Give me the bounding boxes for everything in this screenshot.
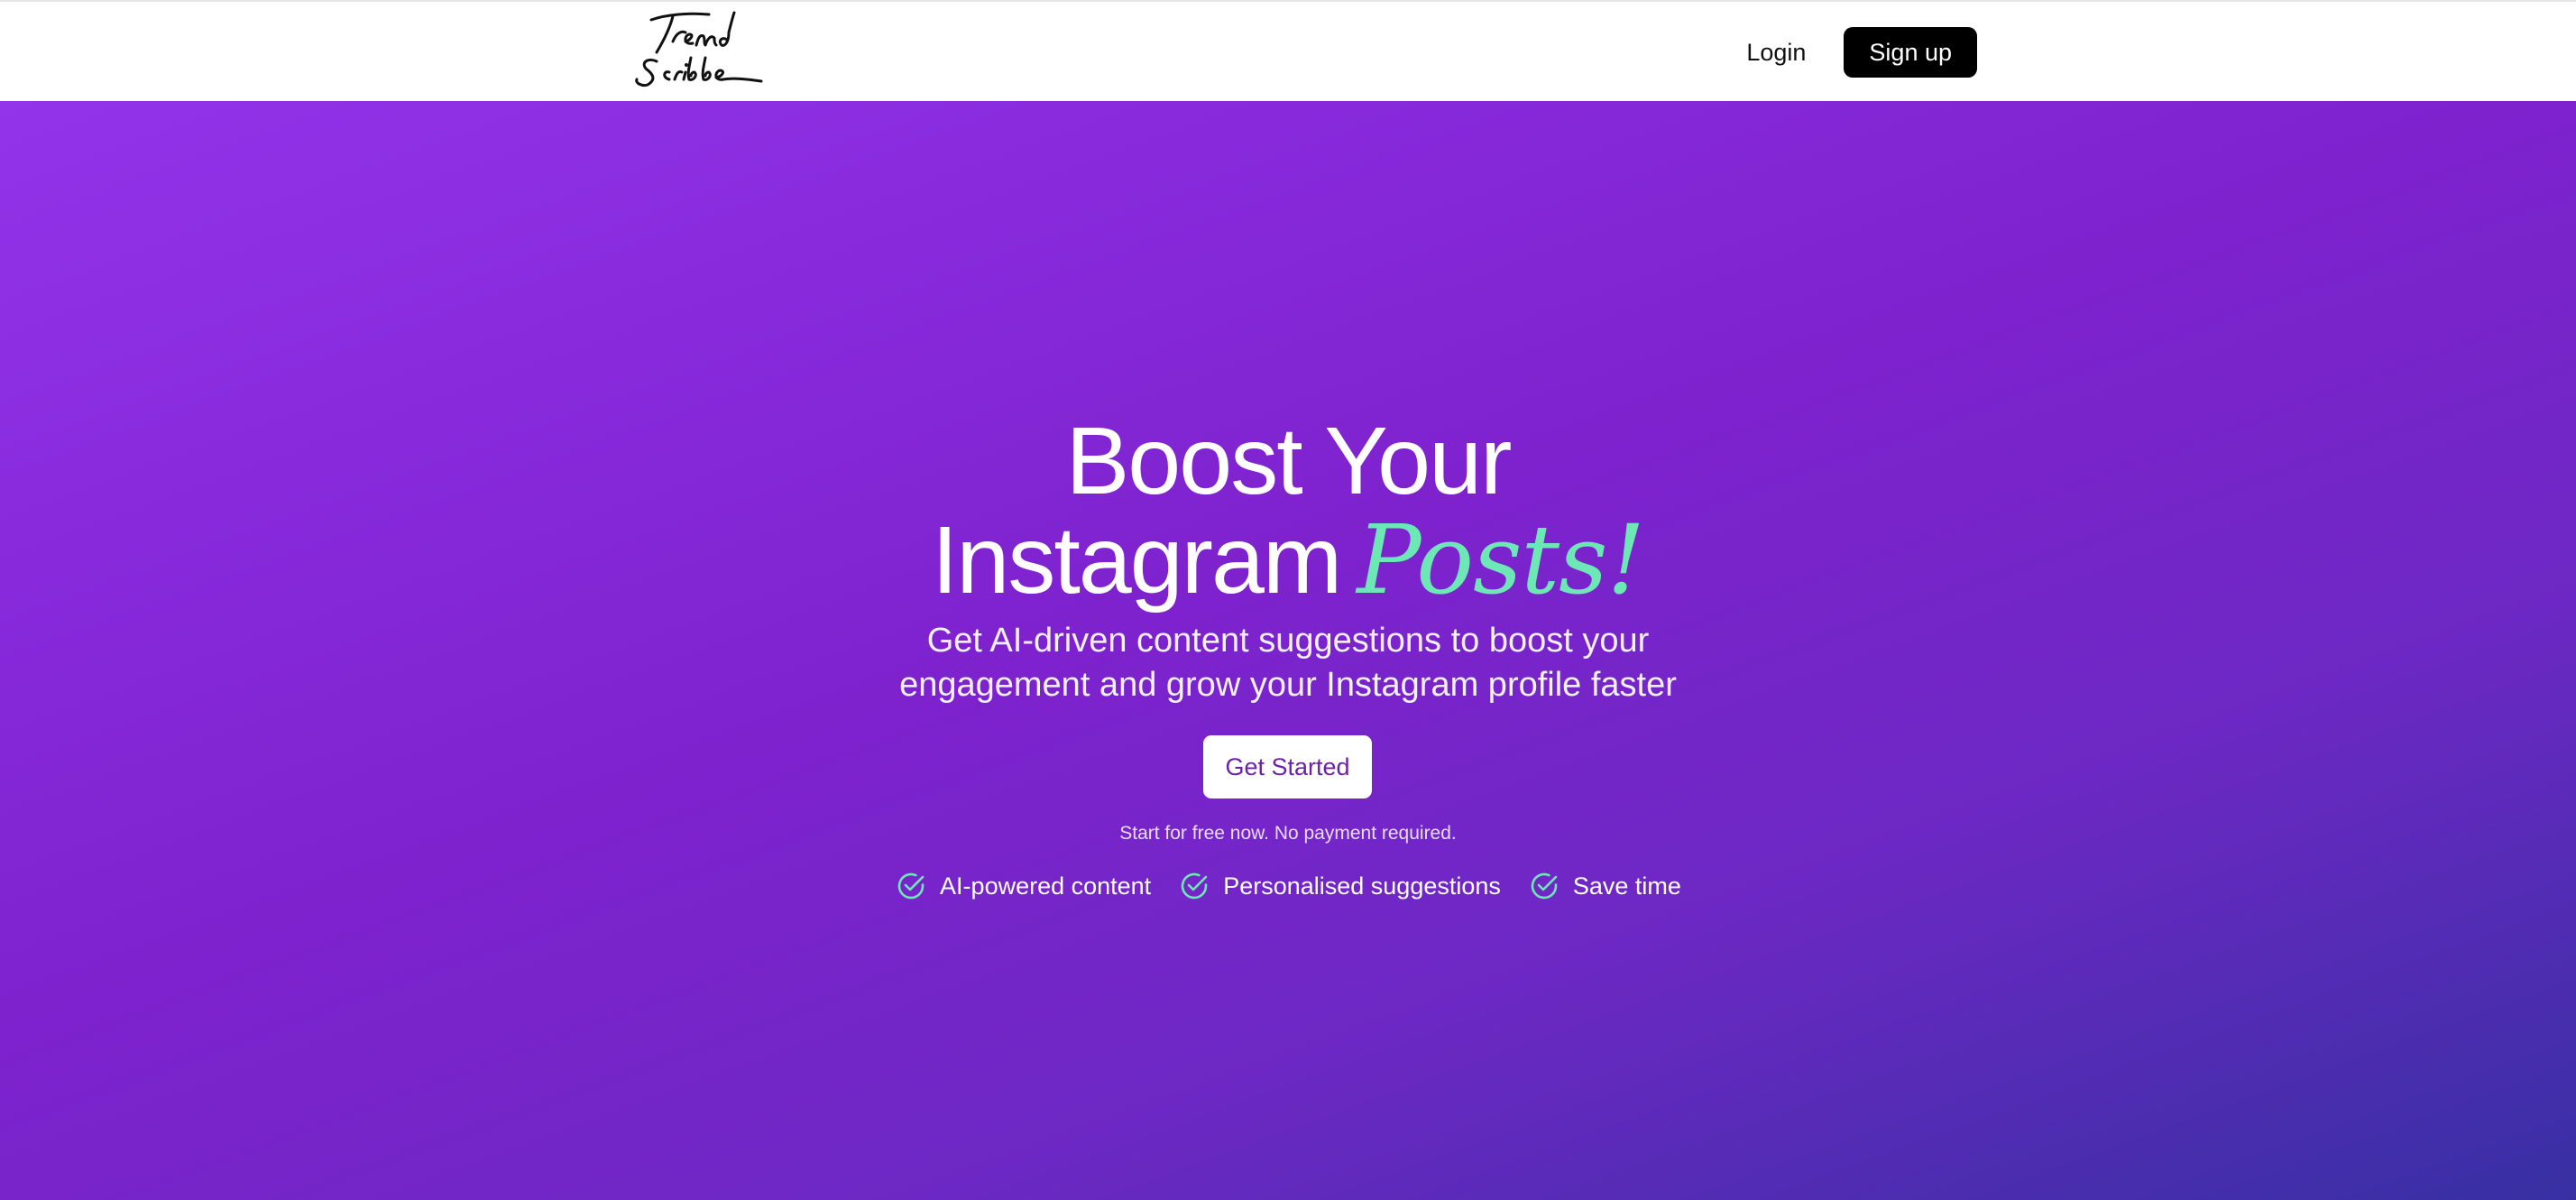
- hero-title-word: Instagram: [931, 507, 1342, 614]
- feature-item: AI-powered content: [895, 870, 1151, 902]
- hero-title: Boost Your Instagram Posts!: [0, 411, 2576, 610]
- feature-label: AI-powered content: [940, 872, 1152, 900]
- check-circle-icon: [897, 872, 925, 900]
- hero-subtitle: Get AI-driven content suggestions to boo…: [0, 619, 2576, 707]
- hero-title-line-2: Instagram Posts!: [0, 511, 2576, 611]
- hero-subtitle-line-2: engagement and grow your Instagram profi…: [899, 666, 1677, 704]
- hero-section: Boost Your Instagram Posts! Get AI-driven…: [0, 101, 2576, 1200]
- feature-list: AI-powered content Personalised suggesti…: [0, 870, 2576, 902]
- signup-button[interactable]: Sign up: [1844, 27, 1977, 78]
- feature-label: Personalised suggestions: [1223, 872, 1501, 900]
- feature-label: Save time: [1572, 872, 1681, 900]
- trend-scribbe-logo[interactable]: [626, 5, 770, 92]
- cta-note: Start for free now. No payment required.: [1119, 823, 1457, 844]
- header-actions: Login Sign up: [1746, 27, 1977, 78]
- check-circle-icon: [1531, 872, 1558, 900]
- feature-item: Save time: [1528, 870, 1681, 902]
- get-started-button[interactable]: Get Started: [1203, 735, 1372, 798]
- login-link[interactable]: Login: [1746, 39, 1806, 67]
- hero-subtitle-line-1: Get AI-driven content suggestions to boo…: [926, 622, 1650, 660]
- top-navbar: Login Sign up: [0, 0, 2576, 101]
- hero-title-line-1: Boost Your: [1065, 408, 1513, 514]
- feature-item: Personalised suggestions: [1178, 870, 1501, 902]
- check-circle-icon: [1181, 872, 1208, 900]
- hero-title-accent: Posts!: [1357, 504, 1645, 615]
